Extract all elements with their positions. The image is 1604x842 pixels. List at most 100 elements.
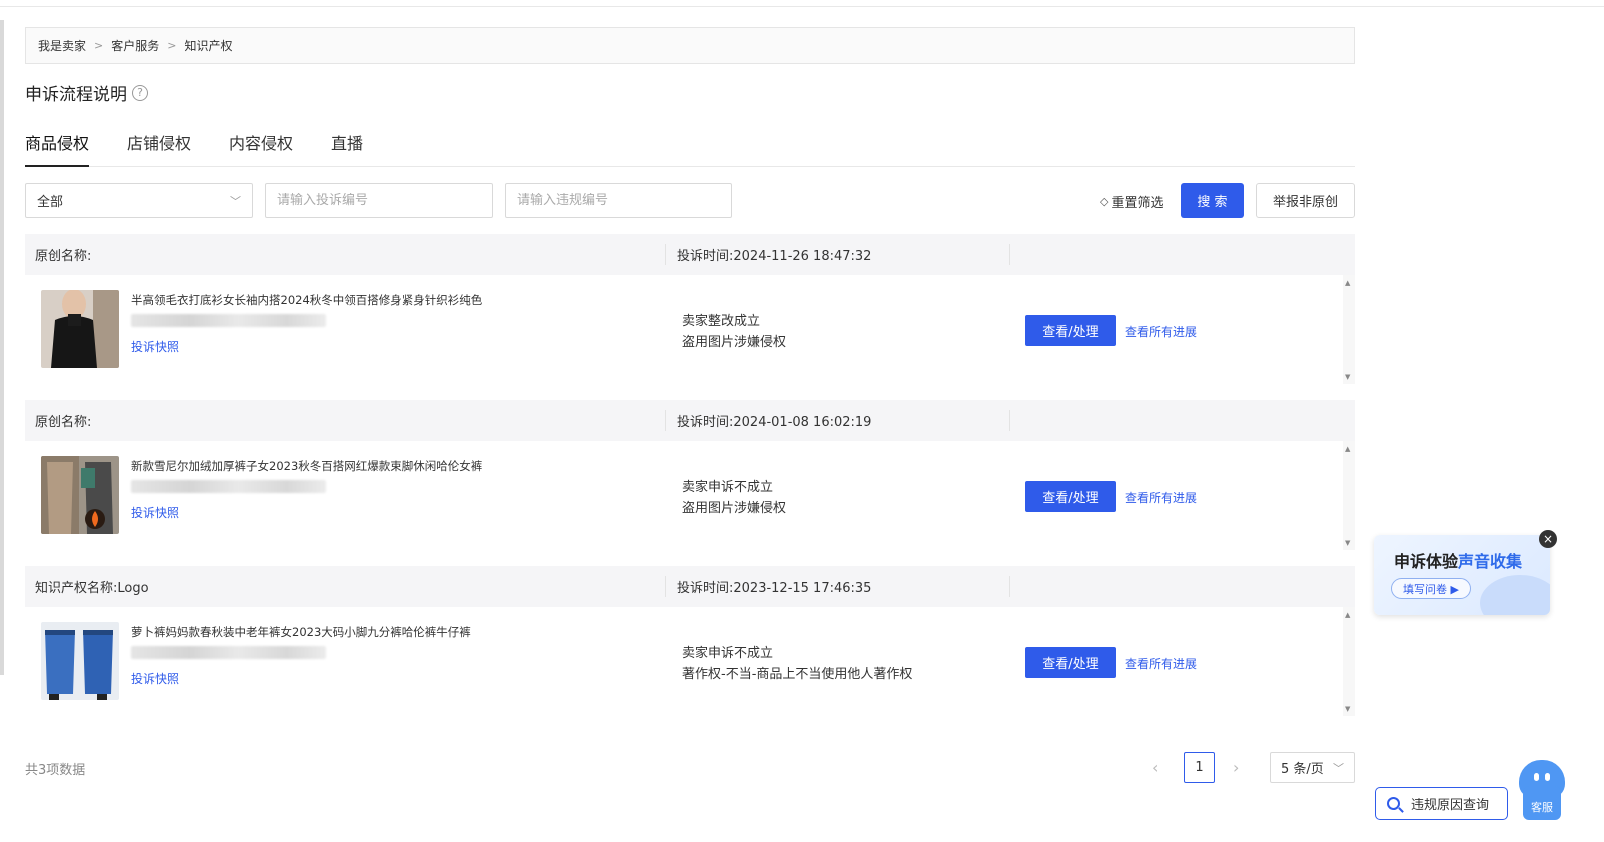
breadcrumb-item-seller[interactable]: 我是卖家	[38, 37, 86, 54]
complaint-snapshot-link[interactable]: 投诉快照	[131, 504, 179, 521]
product-title[interactable]: 半高领毛衣打底衫女长袖内搭2024秋冬中领百搭修身紧身针织衫纯色	[131, 292, 482, 308]
record-name-label: 原创名称:	[35, 415, 92, 430]
scope-select[interactable]: 全部 ﹀	[25, 183, 253, 218]
breadcrumb-separator: >	[94, 39, 104, 52]
reset-filter-button[interactable]: ◇ 重置筛选	[1100, 192, 1163, 211]
customer-service-button[interactable]: 客服	[1519, 760, 1565, 822]
record-name-label: 原创名称:	[35, 249, 92, 264]
column-divider	[1009, 576, 1010, 597]
record-name-label: 知识产权名称:Logo	[35, 581, 149, 596]
prev-page-icon[interactable]: ‹	[1152, 758, 1158, 777]
tab-product-infringement[interactable]: 商品侵权	[25, 130, 90, 167]
record-scrollbar[interactable]: ▲ ▼	[1343, 441, 1355, 550]
status-reason: 著作权-不当-商品上不当使用他人著作权	[682, 667, 913, 682]
complaint-no-field[interactable]	[265, 183, 493, 218]
view-all-progress-link[interactable]: 查看所有进展	[1125, 323, 1197, 340]
left-scrollbar[interactable]	[0, 20, 4, 675]
column-divider	[665, 576, 666, 597]
mascot-eye	[1545, 773, 1550, 781]
record-header: 原创名称: 投诉时间:2024-01-08 16:02:19	[25, 400, 1355, 441]
report-non-original-button[interactable]: 举报非原创	[1256, 183, 1355, 218]
record-time: 投诉时间:2023-12-15 17:46:35	[677, 581, 872, 596]
mascot-eye	[1534, 773, 1539, 781]
breadcrumb-separator: >	[167, 39, 177, 52]
record-status: 卖家申诉不成立 盗用图片涉嫌侵权	[682, 477, 786, 519]
banner-decoration	[1480, 575, 1550, 615]
product-title[interactable]: 萝卜裤妈妈款春秋装中老年裤女2023大码小脚九分裤哈伦裤牛仔裤	[131, 624, 471, 640]
product-thumbnail[interactable]	[41, 622, 119, 700]
survey-title-prefix: 申诉体验	[1394, 552, 1459, 571]
status-result: 卖家整改成立	[682, 314, 761, 329]
status-reason: 盗用图片涉嫌侵权	[682, 501, 787, 516]
complaint-no-input[interactable]	[277, 193, 481, 208]
redacted-info	[131, 480, 326, 493]
record-time: 投诉时间:2024-01-08 16:02:19	[677, 415, 872, 430]
record-body: 半高领毛衣打底衫女长袖内搭2024秋冬中领百搭修身紧身针织衫纯色 投诉快照 卖家…	[25, 275, 1355, 384]
survey-title-highlight: 声音收集	[1458, 552, 1523, 571]
chevron-down-icon: ﹀	[1333, 761, 1344, 775]
record-scrollbar[interactable]: ▲ ▼	[1343, 275, 1355, 384]
page-number-current[interactable]: 1	[1184, 752, 1215, 783]
violation-no-input[interactable]	[517, 193, 720, 208]
breadcrumb: 我是卖家 > 客户服务 > 知识产权	[25, 27, 1355, 64]
status-result: 卖家申诉不成立	[682, 646, 774, 661]
search-button[interactable]: 搜 索	[1181, 183, 1244, 218]
violation-query-label: 违规原因查询	[1411, 798, 1490, 813]
complaint-snapshot-link[interactable]: 投诉快照	[131, 338, 179, 355]
product-thumbnail[interactable]	[41, 290, 119, 368]
next-page-icon[interactable]: ›	[1233, 758, 1239, 777]
complaint-snapshot-link[interactable]: 投诉快照	[131, 670, 179, 687]
close-icon[interactable]: ×	[1539, 530, 1557, 548]
violation-reason-query-button[interactable]: 违规原因查询	[1375, 787, 1508, 820]
feedback-survey-banner[interactable]: 申诉体验声音收集 填写问卷 ▶	[1374, 535, 1550, 615]
page-size-select[interactable]: 5 条/页 ﹀	[1270, 752, 1355, 783]
record-card: 知识产权名称:Logo 投诉时间:2023-12-15 17:46:35 萝卜裤…	[25, 566, 1355, 716]
redacted-info	[131, 646, 326, 659]
total-count: 共3项数据	[25, 763, 86, 778]
record-status: 卖家整改成立 盗用图片涉嫌侵权	[682, 311, 786, 353]
status-result: 卖家申诉不成立	[682, 480, 774, 495]
scroll-down-icon[interactable]: ▼	[1345, 539, 1350, 547]
help-icon[interactable]: ?	[132, 84, 148, 101]
scroll-up-icon[interactable]: ▲	[1345, 611, 1350, 619]
page-title: 申诉流程说明 ?	[25, 80, 148, 105]
record-status: 卖家申诉不成立 著作权-不当-商品上不当使用他人著作权	[682, 643, 912, 685]
fill-survey-button[interactable]: 填写问卷 ▶	[1391, 578, 1471, 599]
record-scrollbar[interactable]: ▲ ▼	[1343, 607, 1355, 716]
breadcrumb-item-customer-service[interactable]: 客户服务	[111, 37, 159, 54]
page-size-value: 5 条/页	[1281, 762, 1324, 777]
breadcrumb-item-ip[interactable]: 知识产权	[184, 37, 232, 54]
product-title[interactable]: 新款雪尼尔加绒加厚裤子女2023秋冬百搭网红爆款束脚休闲哈伦女裤	[131, 458, 482, 474]
view-process-button[interactable]: 查看/处理	[1025, 481, 1116, 512]
page-title-text: 申诉流程说明	[25, 85, 127, 105]
status-reason: 盗用图片涉嫌侵权	[682, 335, 787, 350]
top-divider	[0, 6, 1604, 7]
record-body: 新款雪尼尔加绒加厚裤子女2023秋冬百搭网红爆款束脚休闲哈伦女裤 投诉快照 卖家…	[25, 441, 1355, 550]
view-all-progress-link[interactable]: 查看所有进展	[1125, 655, 1197, 672]
search-icon	[1387, 797, 1400, 810]
view-process-button[interactable]: 查看/处理	[1025, 647, 1116, 678]
eraser-icon: ◇	[1100, 195, 1109, 208]
record-body: 萝卜裤妈妈款春秋装中老年裤女2023大码小脚九分裤哈伦裤牛仔裤 投诉快照 卖家申…	[25, 607, 1355, 716]
record-header: 原创名称: 投诉时间:2024-11-26 18:47:32	[25, 234, 1355, 275]
tab-live[interactable]: 直播	[331, 130, 363, 167]
product-thumbnail[interactable]	[41, 456, 119, 534]
column-divider	[665, 410, 666, 431]
column-divider	[1009, 244, 1010, 265]
survey-title: 申诉体验声音收集	[1394, 548, 1522, 572]
chevron-down-icon: ﹀	[230, 194, 241, 208]
scroll-up-icon[interactable]: ▲	[1345, 445, 1350, 453]
scroll-up-icon[interactable]: ▲	[1345, 279, 1350, 287]
column-divider	[665, 244, 666, 265]
customer-service-label: 客服	[1523, 786, 1561, 820]
tab-bar: 商品侵权 店铺侵权 内容侵权 直播	[25, 130, 1355, 167]
tab-content-infringement[interactable]: 内容侵权	[229, 130, 293, 167]
scroll-down-icon[interactable]: ▼	[1345, 373, 1350, 381]
scroll-down-icon[interactable]: ▼	[1345, 705, 1350, 713]
tab-store-infringement[interactable]: 店铺侵权	[127, 130, 191, 167]
record-card: 原创名称: 投诉时间:2024-01-08 16:02:19 新款雪尼尔加绒加厚…	[25, 400, 1355, 550]
view-all-progress-link[interactable]: 查看所有进展	[1125, 489, 1197, 506]
column-divider	[1009, 410, 1010, 431]
violation-no-field[interactable]	[505, 183, 732, 218]
view-process-button[interactable]: 查看/处理	[1025, 315, 1116, 346]
